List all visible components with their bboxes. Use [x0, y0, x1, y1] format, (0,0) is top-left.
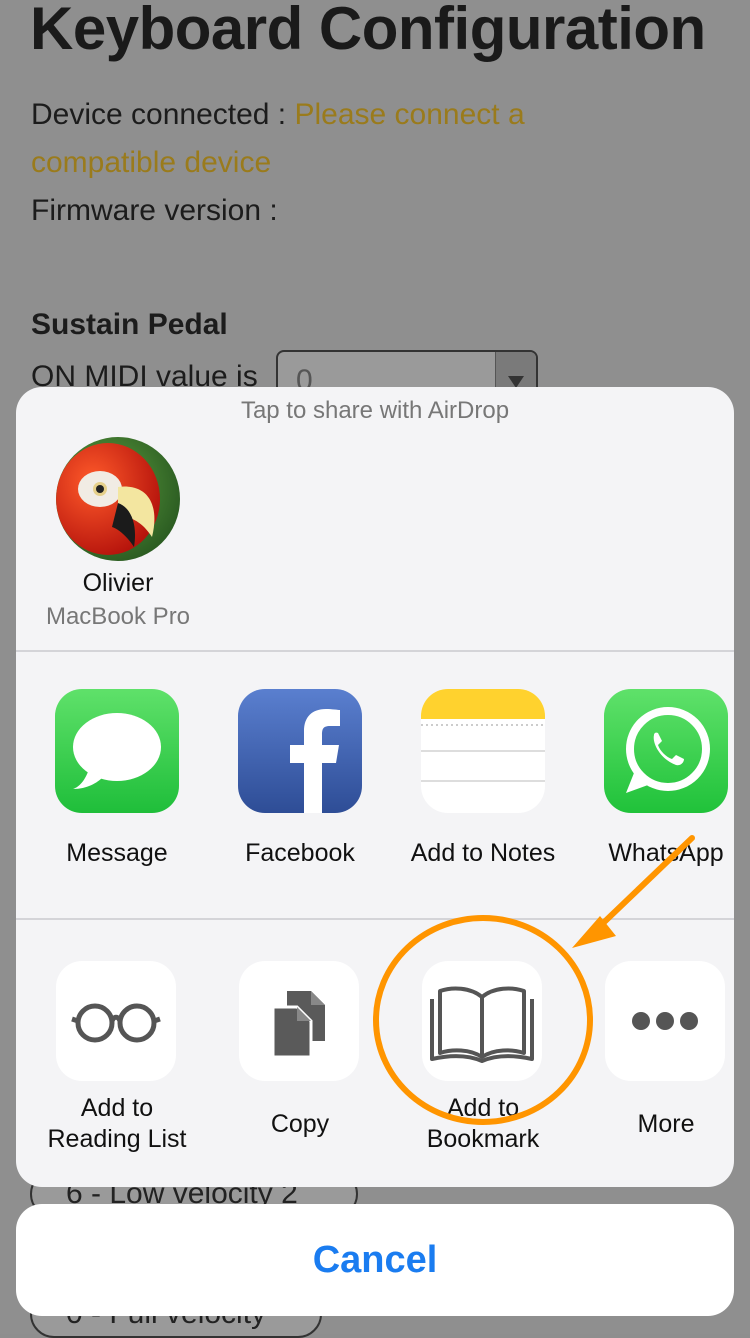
share-app-label: Facebook [245, 839, 355, 867]
glasses-icon [56, 961, 176, 1081]
book-icon [422, 961, 542, 1081]
action-label: Add to Bookmark [391, 1093, 575, 1155]
device-connected-row: Device connected : Please connect a [31, 98, 525, 132]
message-icon [55, 689, 179, 813]
notes-icon [421, 689, 545, 813]
action-label-line1: Add to [446, 1094, 520, 1122]
divider [16, 650, 734, 652]
action-label: Copy [270, 1110, 330, 1138]
action-label: Add to Reading List [25, 1093, 209, 1155]
contact-avatar [56, 437, 180, 561]
action-label-line2: Bookmark [426, 1125, 540, 1153]
facebook-icon [238, 689, 362, 813]
action-label-line2: Reading List [47, 1125, 187, 1153]
airdrop-title: Tap to share with AirDrop [240, 397, 510, 424]
action-label: More [637, 1110, 695, 1138]
divider [16, 918, 734, 920]
contact-device: MacBook Pro [45, 603, 191, 630]
device-connected-label: Device connected : [31, 98, 295, 131]
device-status-line1: Please connect a [294, 98, 525, 131]
action-label-line1: Add to [80, 1094, 154, 1122]
share-app-label: Add to Notes [410, 839, 556, 867]
copy-icon [239, 961, 359, 1081]
firmware-version-label: Firmware version : [31, 194, 278, 227]
sustain-pedal-heading: Sustain Pedal [31, 308, 228, 341]
cancel-button[interactable]: Cancel [16, 1204, 734, 1316]
contact-name: Olivier [82, 569, 154, 597]
share-sheet: Tap to share with AirDrop Olivier MacBoo… [16, 387, 734, 1187]
share-app-label: WhatsApp [608, 839, 724, 867]
parrot-avatar-icon [56, 437, 180, 561]
page-title: Keyboard Configuration [30, 0, 706, 62]
whatsapp-icon [604, 689, 728, 813]
device-status-line2: compatible device [31, 146, 272, 179]
more-dots-icon [605, 961, 725, 1081]
share-app-label: Message [66, 839, 168, 867]
